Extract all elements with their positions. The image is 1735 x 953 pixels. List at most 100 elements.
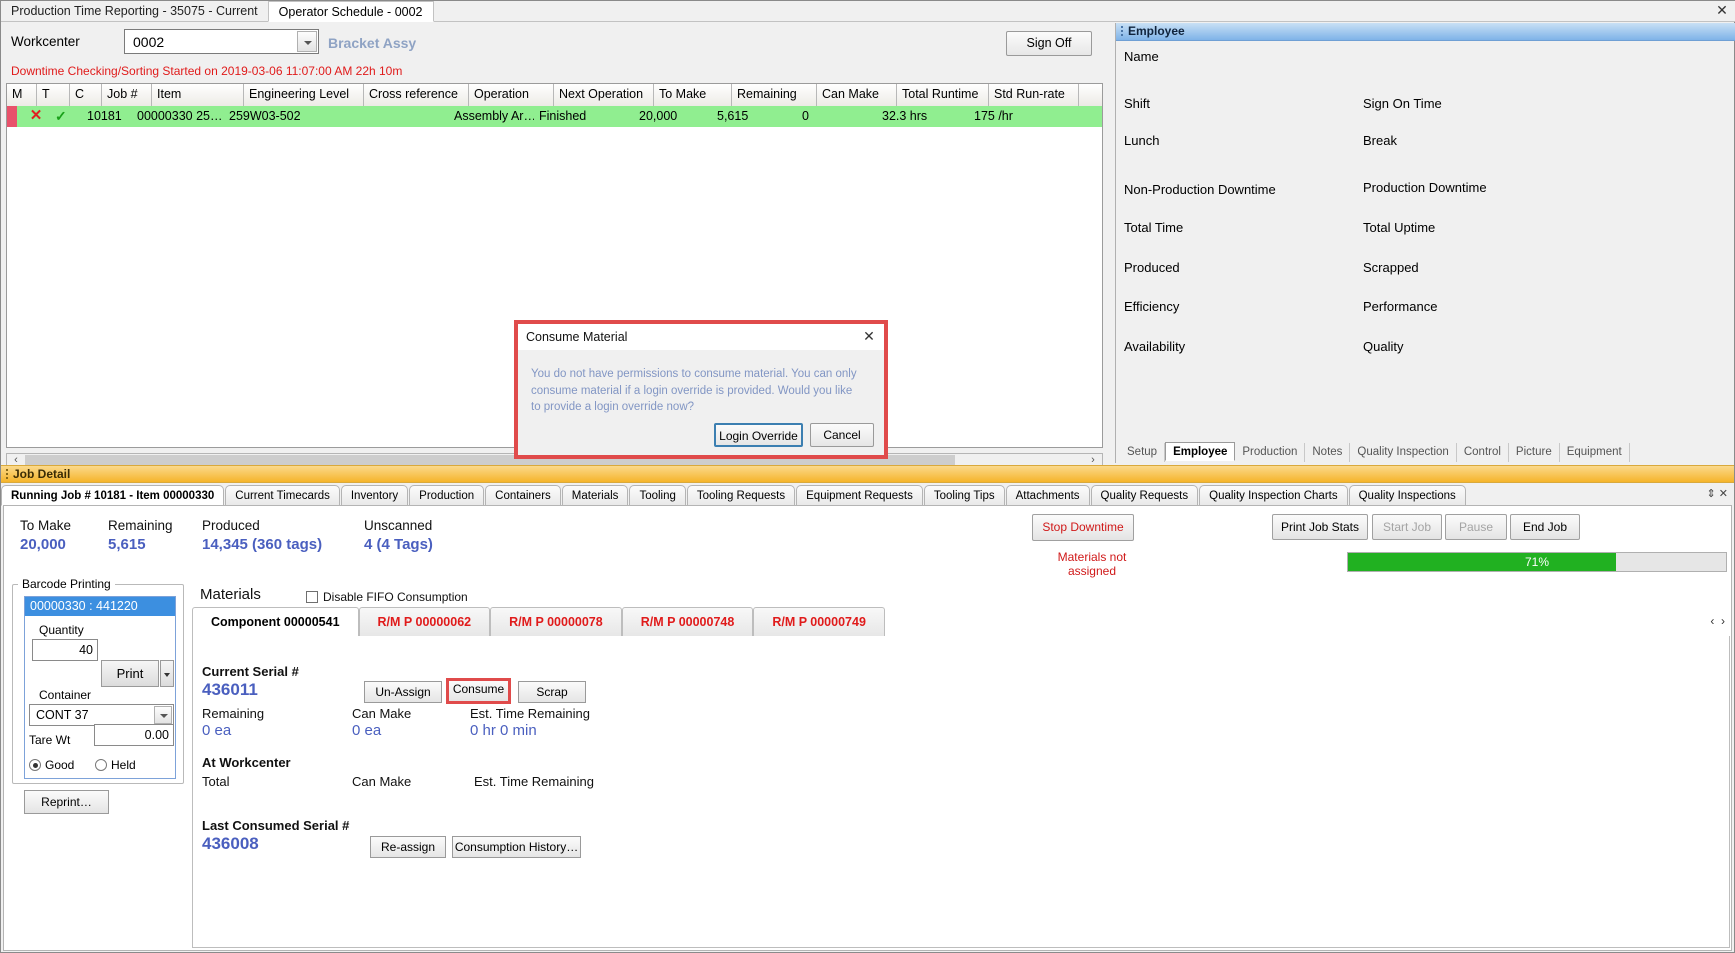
cancel-button[interactable]: Cancel <box>810 423 874 447</box>
stop-downtime-button[interactable]: Stop Downtime <box>1032 514 1134 541</box>
radio-good[interactable]: Good <box>29 758 74 772</box>
remaining-value: 0 ea <box>202 722 232 739</box>
drag-handle-icon[interactable] <box>1121 26 1123 38</box>
job-detail-tab-production[interactable]: Production <box>409 485 485 506</box>
checkbox-icon <box>306 591 318 603</box>
materials-tab-r-m-p-00000078[interactable]: R/M P 00000078 <box>490 607 622 636</box>
employee-field-scrapped: Scrapped <box>1363 260 1419 275</box>
column-header-to-make[interactable]: To Make <box>654 84 732 106</box>
employee-tab-equipment[interactable]: Equipment <box>1560 443 1630 462</box>
materials-tab-r-m-p-00000748[interactable]: R/M P 00000748 <box>621 607 754 636</box>
sign-off-button[interactable]: Sign Off <box>1006 31 1092 56</box>
column-header-job[interactable]: Job # <box>102 84 152 106</box>
job-detail-tab-equipment-requests[interactable]: Equipment Requests <box>796 485 923 506</box>
employee-tab-control[interactable]: Control <box>1457 443 1509 462</box>
materials-tab-r-m-p-00000062[interactable]: R/M P 00000062 <box>358 607 491 636</box>
materials-tab-nav[interactable]: ‹ › <box>1710 614 1725 628</box>
job-detail-tab-quality-inspections[interactable]: Quality Inspections <box>1348 485 1466 506</box>
column-header-std-run-rate[interactable]: Std Run-rate <box>989 84 1079 106</box>
can-make-value: 0 ea <box>352 722 382 739</box>
column-header-m[interactable]: M <box>7 84 37 106</box>
stat-unscanned: Unscanned 4 (4 Tags) <box>364 518 433 553</box>
chevron-down-icon[interactable] <box>154 706 172 724</box>
employee-field-total-uptime: Total Uptime <box>1363 220 1436 235</box>
job-detail-tab-quality-inspection-charts[interactable]: Quality Inspection Charts <box>1199 485 1348 506</box>
print-options-chevron-icon[interactable] <box>160 660 174 687</box>
column-header-remaining[interactable]: Remaining <box>732 84 817 106</box>
scrap-button[interactable]: Scrap <box>518 681 586 703</box>
un-assign-button[interactable]: Un-Assign <box>364 681 442 703</box>
cell-engineering-level: 259W03-502 <box>229 109 301 123</box>
close-icon[interactable]: ✕ <box>1714 3 1730 19</box>
column-header-can-make[interactable]: Can Make <box>817 84 897 106</box>
column-header-t[interactable]: T <box>37 84 70 106</box>
radio-held[interactable]: Held <box>95 758 136 772</box>
last-consumed-serial-label: Last Consumed Serial # <box>202 818 350 833</box>
employee-tab-notes[interactable]: Notes <box>1305 443 1351 462</box>
job-detail-tab-running-job-10181-item-00000330[interactable]: Running Job # 10181 - Item 00000330 <box>1 485 225 506</box>
column-header-item[interactable]: Item <box>152 84 244 106</box>
materials-prev-icon[interactable]: ‹ <box>1710 614 1714 628</box>
tare-weight-input[interactable]: 0.00 <box>94 724 174 746</box>
materials-not-assigned-warning: Materials not assigned <box>1057 550 1127 578</box>
column-header-next-operation[interactable]: Next Operation <box>554 84 654 106</box>
window-tab-operator-schedule[interactable]: Operator Schedule - 0002 <box>267 1 434 22</box>
job-detail-tab-tooling-requests[interactable]: Tooling Requests <box>686 485 796 506</box>
drag-handle-icon[interactable] <box>6 469 8 481</box>
stat-label: To Make <box>20 518 72 533</box>
job-detail-tab-containers[interactable]: Containers <box>485 485 561 506</box>
job-detail-tab-tooling-tips[interactable]: Tooling Tips <box>923 485 1005 506</box>
container-value: CONT 37 <box>36 708 89 722</box>
consume-button[interactable]: Consume <box>446 678 511 704</box>
column-header-c[interactable]: C <box>70 84 102 106</box>
job-detail-tabstrip: Running Job # 10181 - Item 00000330 Curre… <box>1 485 1734 506</box>
column-header-operation[interactable]: Operation <box>469 84 554 106</box>
materials-tab-component-00000541[interactable]: Component 00000541 <box>192 607 359 636</box>
pause-button[interactable]: Pause <box>1445 514 1507 540</box>
print-button[interactable]: Print <box>101 660 159 687</box>
table-row[interactable]: ✕ ✓✕ 10181 00000330 25… 259W03-502 Assembly A… <box>7 106 1102 127</box>
job-detail-tab-nav-icons[interactable]: ⇕ ✕ <box>1707 487 1729 500</box>
column-header-cross-reference[interactable]: Cross reference <box>364 84 469 106</box>
cell-std-run-rate: 175 /hr <box>974 109 1013 123</box>
print-job-stats-button[interactable]: Print Job Stats <box>1272 514 1368 540</box>
container-select[interactable]: CONT 37 <box>29 704 174 726</box>
dialog-close-icon[interactable]: ✕ <box>860 328 878 346</box>
materials-next-icon[interactable]: › <box>1721 614 1725 628</box>
job-detail-tab-materials[interactable]: Materials <box>561 485 629 506</box>
job-detail-tab-quality-requests[interactable]: Quality Requests <box>1090 485 1199 506</box>
workcenter-select[interactable]: 0002 <box>124 29 319 54</box>
job-detail-header: Job Detail <box>1 465 1734 483</box>
workcenter-row: Workcenter 0002 Bracket Assy Sign Off <box>1 29 1109 57</box>
employee-tab-setup[interactable]: Setup <box>1120 443 1166 462</box>
column-header-engineering-level[interactable]: Engineering Level <box>244 84 364 106</box>
start-job-button[interactable]: Start Job <box>1372 514 1442 540</box>
disable-fifo-checkbox[interactable]: Disable FIFO Consumption <box>306 590 468 604</box>
consume-material-dialog: Consume Material ✕ You do not have permi… <box>514 320 888 459</box>
chevron-down-icon[interactable] <box>297 31 317 52</box>
employee-tab-quality-inspection[interactable]: Quality Inspection <box>1350 443 1457 462</box>
end-job-button[interactable]: End Job <box>1510 514 1580 540</box>
cell-c: ✓✕ <box>55 108 67 124</box>
column-header-total-runtime[interactable]: Total Runtime <box>897 84 989 106</box>
reprint-button[interactable]: Reprint… <box>24 790 109 814</box>
employee-tab-picture[interactable]: Picture <box>1509 443 1560 462</box>
remaining-label: Remaining <box>202 706 265 721</box>
container-label: Container <box>39 688 92 702</box>
materials-tab-r-m-p-00000749[interactable]: R/M P 00000749 <box>753 607 885 636</box>
dialog-title-bar: Consume Material ✕ <box>518 324 884 350</box>
employee-field-availability: Availability <box>1124 339 1186 354</box>
window-tab-production-time-reporting[interactable]: Production Time Reporting - 35075 - Curr… <box>1 1 268 22</box>
employee-tab-production[interactable]: Production <box>1235 443 1306 462</box>
employee-field-produced: Produced <box>1124 260 1180 275</box>
cell-next-operation: Finished <box>539 109 587 123</box>
job-detail-tab-attachments[interactable]: Attachments <box>1005 485 1090 506</box>
consumption-history-button[interactable]: Consumption History… <box>452 836 581 858</box>
job-detail-tab-tooling[interactable]: Tooling <box>629 485 686 506</box>
job-detail-tab-inventory[interactable]: Inventory <box>340 485 409 506</box>
employee-tab-employee[interactable]: Employee <box>1165 442 1236 461</box>
quantity-input[interactable]: 40 <box>32 639 98 661</box>
re-assign-button[interactable]: Re-assign <box>370 836 446 858</box>
job-detail-tab-current-timecards[interactable]: Current Timecards <box>225 485 340 506</box>
login-override-button[interactable]: Login Override <box>714 423 803 447</box>
